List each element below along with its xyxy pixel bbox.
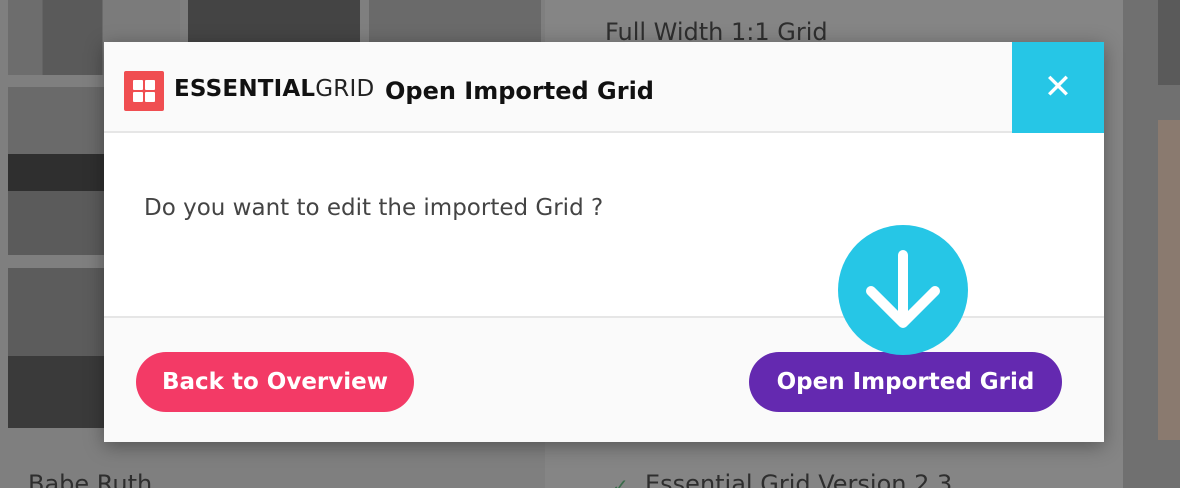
back-to-overview-button[interactable]: Back to Overview (136, 352, 414, 412)
grid-thumbnail (188, 0, 360, 42)
grid-thumbnail (8, 87, 104, 255)
brand-logo: ESSENTIALGRID (174, 75, 374, 103)
arrow-down-icon (838, 225, 968, 355)
grid-thumbnail (369, 0, 541, 42)
close-icon: ✕ (1043, 67, 1073, 107)
dialog-header: ESSENTIALGRID Open Imported Grid ✕ (104, 42, 1104, 133)
grid-thumbnail (8, 268, 104, 428)
brand-name-bold: ESSENTIAL (174, 76, 316, 102)
background-version-label: Essential Grid Version 2.3 (645, 470, 953, 488)
background-edge-image (1158, 0, 1180, 85)
dialog-title: Open Imported Grid (385, 77, 654, 105)
open-imported-grid-button[interactable]: Open Imported Grid (749, 352, 1062, 412)
background-edge-image (1158, 120, 1180, 440)
open-imported-grid-dialog: ESSENTIALGRID Open Imported Grid ✕ Do yo… (104, 42, 1104, 442)
brand-name-light: GRID (315, 76, 375, 102)
close-button[interactable]: ✕ (1012, 42, 1104, 133)
dialog-question: Do you want to edit the imported Grid ? (144, 195, 604, 221)
background-item-name: Babe Ruth (28, 470, 153, 488)
grid-logo-icon (124, 71, 164, 111)
check-icon: ✓ (612, 474, 629, 488)
